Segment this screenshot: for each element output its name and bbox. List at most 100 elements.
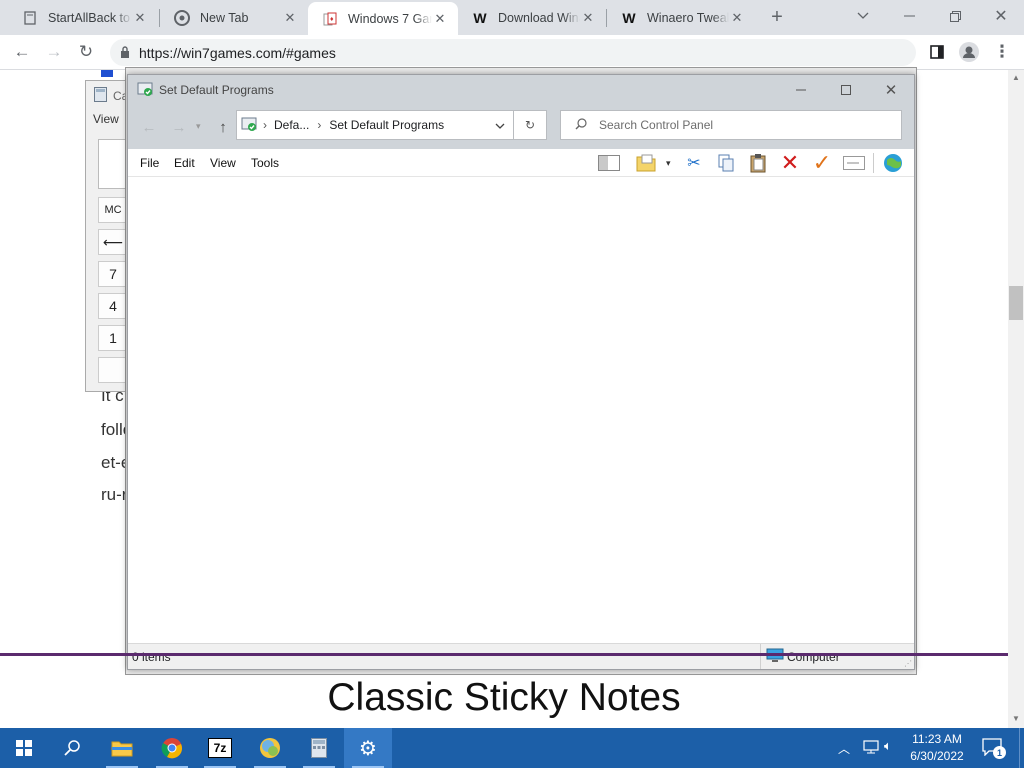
globe-icon[interactable] xyxy=(880,151,906,175)
window-maximize-button[interactable] xyxy=(823,75,869,105)
calc-button-0[interactable] xyxy=(98,357,128,383)
lock-icon xyxy=(120,45,130,61)
calc-button-mc[interactable]: MC xyxy=(98,197,128,223)
cut-icon[interactable]: ✂ xyxy=(681,151,707,175)
calc-button-4[interactable]: 4 xyxy=(98,293,128,319)
profile-avatar[interactable] xyxy=(956,39,982,65)
taskbar: 7z ⚙ ︿ 🔈︎ 11:23 AM 6/30/2022 1 xyxy=(0,728,1024,768)
scrollbar-thumb[interactable] xyxy=(1009,286,1023,320)
calculator-icon[interactable] xyxy=(295,728,343,768)
page-accent xyxy=(101,70,113,77)
menu-edit[interactable]: Edit xyxy=(174,156,195,170)
winaero-icon: W xyxy=(622,9,636,26)
start-button[interactable] xyxy=(0,728,48,768)
paste-icon[interactable] xyxy=(745,151,771,175)
content-area[interactable] xyxy=(128,177,914,643)
back-button[interactable]: ← xyxy=(9,39,35,65)
folder-options-icon[interactable] xyxy=(633,151,659,175)
refresh-button[interactable]: ↻ xyxy=(514,110,547,140)
breadcrumb-item[interactable]: Set Default Programs xyxy=(329,118,444,132)
7zip-icon[interactable]: 7z xyxy=(196,728,244,768)
close-tab-icon[interactable]: ✕ xyxy=(580,10,596,26)
page-text-line: ru-r xyxy=(101,485,128,504)
address-bar[interactable]: https://win7games.com/#games xyxy=(110,39,916,66)
chrome-icon[interactable] xyxy=(148,728,196,768)
search-input[interactable]: Search Control Panel xyxy=(560,110,902,140)
menu-tools[interactable]: Tools xyxy=(251,156,279,170)
status-bar: 0 items Computer ⋰ xyxy=(128,643,914,669)
notifications-icon[interactable]: 1 xyxy=(982,738,1006,759)
computer-icon xyxy=(766,648,784,666)
document-icon xyxy=(22,10,38,26)
calc-button-7[interactable]: 7 xyxy=(98,261,128,287)
window-close-button[interactable]: ✕ xyxy=(868,75,914,105)
set-default-programs-window[interactable]: Set Default Programs ✕ ← → ▾ ↑ › Defa...… xyxy=(127,74,915,670)
tab-startallback[interactable]: StartAllBack to the ✕ xyxy=(8,0,158,35)
address-toolbar: ← → ▾ ↑ › Defa... › Set Default Programs… xyxy=(128,105,914,149)
tab-strip: StartAllBack to the ✕ New Tab ✕ ♦ Window… xyxy=(0,0,1024,35)
new-tab-button[interactable]: + xyxy=(764,4,790,30)
resize-grip-icon[interactable]: ⋰ xyxy=(904,659,912,668)
preview-pane-icon[interactable] xyxy=(596,151,622,175)
menu-bar: File Edit View Tools ▾ ✂ ✕ ✓ xyxy=(128,149,914,177)
page-scrollbar[interactable]: ▲ ▼ xyxy=(1008,70,1024,728)
calculator-icon xyxy=(94,87,107,105)
window-minimize-button[interactable] xyxy=(778,75,824,105)
control-panel-icon xyxy=(137,81,153,100)
tab-winaero-tweaker[interactable]: W Winaero Tweaker ✕ xyxy=(607,0,755,35)
search-icon xyxy=(575,117,587,133)
recent-locations-icon[interactable]: ▾ xyxy=(196,121,201,132)
page-divider xyxy=(0,653,1008,656)
side-panel-icon[interactable] xyxy=(924,39,950,65)
notification-badge: 1 xyxy=(993,746,1006,759)
window-titlebar[interactable]: Set Default Programs ✕ xyxy=(128,75,914,105)
tab-download-winaero[interactable]: W Download Winaero ✕ xyxy=(458,0,606,35)
url-text: https://win7games.com/#games xyxy=(139,44,336,61)
show-desktop-button[interactable] xyxy=(1019,728,1024,768)
settings-icon[interactable]: ⚙ xyxy=(344,728,392,768)
back-arrow-icon[interactable]: ← xyxy=(136,114,162,140)
reload-button[interactable]: ↻ xyxy=(73,39,99,65)
checkmark-icon[interactable]: ✓ xyxy=(809,150,835,175)
close-tab-icon[interactable]: ✕ xyxy=(432,11,448,27)
window-title: Set Default Programs xyxy=(159,83,274,97)
minimize-button[interactable] xyxy=(886,0,932,32)
tab-windows-7-games[interactable]: ♦ Windows 7 Games ✕ xyxy=(308,2,458,35)
breadcrumb[interactable]: › Defa... › Set Default Programs xyxy=(236,110,514,140)
rename-icon[interactable] xyxy=(841,151,867,175)
network-icon[interactable] xyxy=(863,740,879,757)
delete-icon[interactable]: ✕ xyxy=(777,150,803,175)
menu-file[interactable]: File xyxy=(140,156,159,170)
winaero-tweaker-icon[interactable] xyxy=(246,728,294,768)
svg-text:♦: ♦ xyxy=(330,16,334,23)
up-arrow-icon[interactable]: ↑ xyxy=(210,114,236,140)
forward-button[interactable]: → xyxy=(41,39,67,65)
calculator-view-menu[interactable]: View xyxy=(93,112,119,126)
chevron-down-icon[interactable]: ▾ xyxy=(666,158,671,169)
close-button[interactable]: ✕ xyxy=(978,0,1024,32)
close-tab-icon[interactable]: ✕ xyxy=(282,10,298,26)
show-hidden-icons-icon[interactable]: ︿ xyxy=(838,740,850,757)
tab-search-button[interactable] xyxy=(840,0,886,32)
calc-button-backspace[interactable]: ⟵ xyxy=(98,229,128,255)
menu-icon[interactable]: ⋮ xyxy=(989,39,1015,65)
chevron-down-icon[interactable] xyxy=(495,119,505,133)
winaero-icon: W xyxy=(473,9,487,26)
close-tab-icon[interactable]: ✕ xyxy=(132,10,148,26)
copy-icon[interactable] xyxy=(713,151,739,175)
close-tab-icon[interactable]: ✕ xyxy=(729,10,745,26)
file-explorer-icon[interactable] xyxy=(98,728,146,768)
breadcrumb-item[interactable]: Defa... xyxy=(274,118,309,132)
section-heading: Classic Sticky Notes xyxy=(327,676,681,719)
tab-new-tab[interactable]: New Tab ✕ xyxy=(160,0,308,35)
volume-icon[interactable]: 🔈︎ xyxy=(884,738,892,754)
restore-button[interactable] xyxy=(932,0,978,32)
control-panel-icon xyxy=(241,116,257,135)
calc-button-1[interactable]: 1 xyxy=(98,325,128,351)
forward-arrow-icon[interactable]: → xyxy=(166,114,192,140)
chrome-icon xyxy=(174,9,190,26)
search-icon[interactable] xyxy=(48,728,96,768)
cards-icon: ♦ xyxy=(322,11,338,27)
menu-view[interactable]: View xyxy=(210,156,236,170)
clock[interactable]: 11:23 AM 6/30/2022 xyxy=(900,731,974,765)
